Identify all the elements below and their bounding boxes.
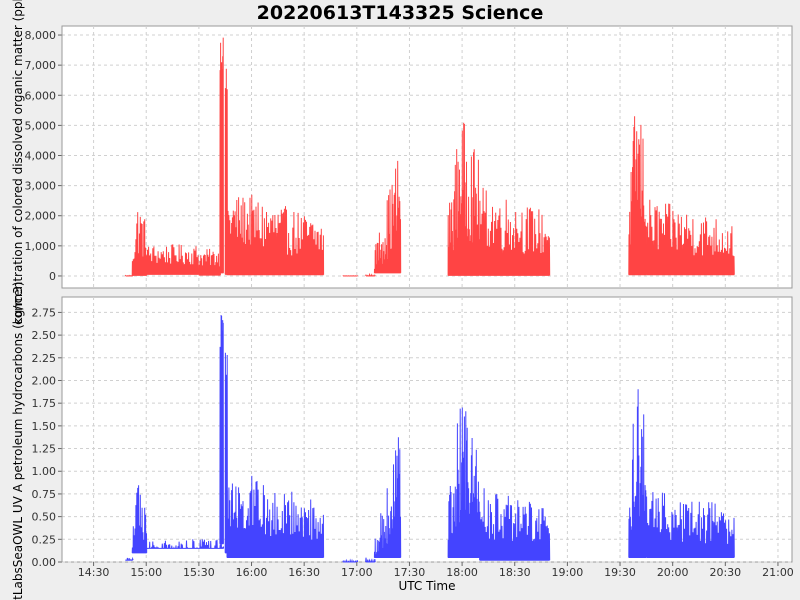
x-axis-ticks: 14:30 15:00 15:30 16:00 16:30 17:00 17:30 18:00… [78, 562, 794, 579]
top-series-segment-4 [219, 37, 224, 274]
bottom-ytick-label-9: 2.25 [32, 352, 57, 365]
x-tick-label-1: 15:00 [130, 566, 162, 579]
bottom-ytick-label-8: 2.00 [32, 374, 57, 387]
chart: 20220613T143325 Science 0 1,000 2,000 3,000… [11, 0, 794, 600]
x-tick-label-10: 19:30 [604, 566, 636, 579]
bottom-series-segment-3 [219, 314, 224, 545]
x-tick-label-0: 14:30 [78, 566, 110, 579]
top-ytick-label-6: 6,000 [25, 89, 57, 102]
bottom-ytick-label-11: 2.75 [32, 306, 57, 319]
bottom-ytick-label-0: 0.00 [32, 556, 57, 569]
top-ytick-label-2: 2,000 [25, 210, 57, 223]
bottom-ytick-label-6: 1.50 [32, 420, 57, 433]
x-tick-label-7: 18:00 [446, 566, 478, 579]
bottom-series-segment-7 [342, 558, 359, 563]
top-ytick-label-0: 0 [49, 270, 56, 283]
bottom-plot-area [61, 296, 793, 563]
top-ytick-label-7: 7,000 [25, 59, 57, 72]
top-y-axis-label: concentration of colored dissolved organ… [11, 0, 25, 325]
top-ytick-label-3: 3,000 [25, 180, 57, 193]
x-tick-label-5: 17:00 [341, 566, 373, 579]
top-ytick-label-1: 1,000 [25, 240, 57, 253]
bottom-ytick-label-7: 1.75 [32, 397, 57, 410]
x-tick-label-11: 20:00 [657, 566, 689, 579]
top-ytick-label-4: 4,000 [25, 149, 57, 162]
top-ytick-label-8: 8,000 [25, 29, 57, 42]
x-tick-label-2: 15:30 [183, 566, 215, 579]
x-tick-label-9: 19:00 [552, 566, 584, 579]
bottom-ytick-label-1: 0.25 [32, 533, 57, 546]
x-axis-label: UTC Time [399, 579, 456, 593]
x-tick-label-13: 21:00 [762, 566, 794, 579]
bottom-ytick-label-10: 2.50 [32, 329, 57, 342]
bottom-ytick-label-4: 1.00 [32, 465, 57, 478]
bottom-y-axis-ticks: 0.00 0.25 0.50 0.75 1.00 1.25 1.50 1.75 2.00 2.25… [32, 297, 63, 569]
x-tick-label-12: 20:30 [709, 566, 741, 579]
top-ytick-label-5: 5,000 [25, 119, 57, 132]
top-y-axis-ticks: 0 1,000 2,000 3,000 4,000 5,000 6,000 7,000 8,00… [25, 26, 63, 288]
x-tick-label-4: 16:30 [288, 566, 320, 579]
x-tick-label-3: 16:00 [236, 566, 268, 579]
bottom-ytick-label-5: 1.25 [32, 443, 57, 456]
x-tick-label-8: 18:30 [499, 566, 531, 579]
bottom-ytick-label-3: 0.75 [32, 488, 57, 501]
chart-title: 20220613T143325 Science [257, 2, 544, 24]
x-tick-label-6: 17:30 [394, 566, 426, 579]
bottom-y-axis-label: WetLabsSeaOWL UV A petroleum hydrocarbon… [11, 282, 25, 600]
bottom-ytick-label-2: 0.50 [32, 511, 57, 524]
